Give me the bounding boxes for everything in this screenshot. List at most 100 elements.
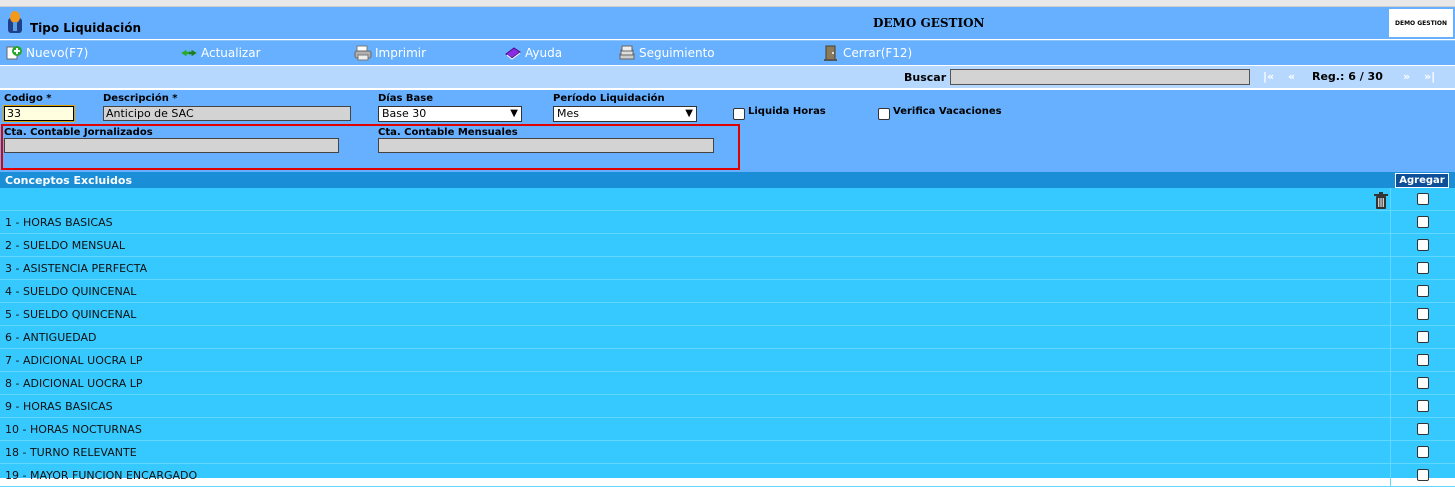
column-separator	[1390, 188, 1391, 211]
dias-base-select[interactable]: Base 30 ▼	[378, 106, 522, 122]
column-separator	[1390, 464, 1391, 487]
nuevo-button[interactable]: Nuevo(F7)	[5, 44, 88, 62]
row-checkbox[interactable]	[1417, 446, 1429, 458]
grid-header-row	[0, 188, 1455, 211]
column-separator	[1390, 395, 1391, 418]
row-checkbox[interactable]	[1417, 400, 1429, 412]
highlight-box	[1, 124, 740, 170]
table-row: 19 - MAYOR FUNCION ENCARGADO	[0, 464, 1455, 487]
record-counter: Reg.: 6 / 30	[1312, 70, 1383, 83]
toolbar: Nuevo(F7) Actualizar Imprimir Ayuda Segu…	[0, 40, 1455, 65]
column-separator	[1390, 441, 1391, 464]
actualizar-button[interactable]: Actualizar	[180, 44, 261, 62]
ayuda-label: Ayuda	[525, 46, 563, 60]
first-record-button[interactable]: |«	[1263, 70, 1274, 83]
table-row: 7 - ADICIONAL UOCRA LP	[0, 349, 1455, 372]
refresh-icon	[181, 49, 197, 57]
imprimir-label: Imprimir	[375, 46, 427, 60]
column-separator	[1390, 349, 1391, 372]
company-name: DEMO GESTION	[873, 16, 985, 30]
dias-base-value: Base 30	[382, 107, 427, 120]
concepto-label: 2 - SUELDO MENSUAL	[5, 239, 126, 252]
column-separator	[1390, 418, 1391, 441]
periodo-label: Período Liquidación	[553, 93, 665, 104]
section-title: Conceptos Excluidos	[5, 174, 132, 187]
help-book-icon	[505, 47, 521, 60]
descripcion-label: Descripción *	[103, 93, 178, 104]
company-logo: DEMO GESTION	[1389, 9, 1453, 37]
window-top-edge	[0, 0, 1455, 7]
concepto-label: 3 - ASISTENCIA PERFECTA	[5, 262, 148, 275]
concepto-label: 6 - ANTIGUEDAD	[5, 331, 97, 344]
column-separator	[1390, 372, 1391, 395]
liquida-horas-label: Liquida Horas	[748, 106, 826, 117]
next-record-button[interactable]: »	[1403, 70, 1410, 83]
table-row: 6 - ANTIGUEDAD	[0, 326, 1455, 349]
column-separator	[1390, 234, 1391, 257]
liquida-horas-checkbox[interactable]	[733, 108, 745, 120]
imprimir-button[interactable]: Imprimir	[354, 44, 426, 62]
table-row: 5 - SUELDO QUINCENAL	[0, 303, 1455, 326]
row-checkbox[interactable]	[1417, 331, 1429, 343]
table-row: 2 - SUELDO MENSUAL	[0, 234, 1455, 257]
row-checkbox[interactable]	[1417, 377, 1429, 389]
page-title: Tipo Liquidación	[30, 21, 142, 35]
concepto-label: 9 - HORAS BASICAS	[5, 400, 113, 413]
seguimiento-button[interactable]: Seguimiento	[618, 44, 715, 62]
search-input[interactable]	[950, 69, 1250, 85]
verifica-vacaciones-label: Verifica Vacaciones	[893, 106, 1002, 117]
descripcion-field[interactable]	[103, 106, 351, 121]
verifica-vacaciones-checkbox[interactable]	[878, 108, 890, 120]
codigo-field[interactable]	[3, 105, 75, 122]
previous-record-button[interactable]: «	[1288, 70, 1295, 83]
conceptos-excluidos-header: Conceptos Excluidos Agregar	[0, 172, 1455, 188]
row-checkbox[interactable]	[1417, 354, 1429, 366]
row-checkbox[interactable]	[1417, 308, 1429, 320]
row-checkbox[interactable]	[1417, 423, 1429, 435]
row-checkbox[interactable]	[1417, 239, 1429, 251]
app-logo-icon	[8, 11, 22, 33]
tipo-liquidacion-form: Codigo * Descripción * Días Base Base 30…	[0, 90, 1455, 172]
concepto-label: 1 - HORAS BASICAS	[5, 216, 113, 229]
actualizar-label: Actualizar	[201, 46, 261, 60]
printer-icon	[354, 45, 372, 61]
agregar-button[interactable]: Agregar	[1395, 173, 1449, 188]
concepto-label: 18 - TURNO RELEVANTE	[5, 446, 137, 459]
cerrar-label: Cerrar(F12)	[843, 46, 913, 60]
periodo-value: Mes	[557, 107, 579, 120]
column-separator	[1390, 326, 1391, 349]
periodo-select[interactable]: Mes ▼	[553, 106, 697, 122]
cerrar-button[interactable]: Cerrar(F12)	[822, 44, 912, 62]
search-navigation-bar: Buscar |« « Reg.: 6 / 30 » »|	[0, 66, 1455, 88]
title-bar: Tipo Liquidación DEMO GESTION DEMO GESTI…	[0, 7, 1455, 39]
conceptos-grid: 1 - HORAS BASICAS 2 - SUELDO MENSUAL 3 - A…	[0, 188, 1455, 487]
select-all-checkbox[interactable]	[1417, 193, 1429, 205]
codigo-label: Codigo *	[4, 93, 52, 104]
table-row: 8 - ADICIONAL UOCRA LP	[0, 372, 1455, 395]
row-checkbox[interactable]	[1417, 262, 1429, 274]
table-row: 9 - HORAS BASICAS	[0, 395, 1455, 418]
row-checkbox[interactable]	[1417, 285, 1429, 297]
table-row: 4 - SUELDO QUINCENAL	[0, 280, 1455, 303]
buscar-label: Buscar	[904, 71, 947, 84]
row-checkbox[interactable]	[1417, 216, 1429, 228]
logo-text: DEMO GESTION	[1394, 19, 1448, 27]
new-document-icon	[6, 46, 22, 60]
row-checkbox[interactable]	[1417, 469, 1429, 481]
dias-base-label: Días Base	[378, 93, 434, 104]
last-record-button[interactable]: »|	[1424, 70, 1435, 83]
column-separator	[1390, 257, 1391, 280]
trash-icon[interactable]	[1373, 192, 1389, 210]
ayuda-button[interactable]: Ayuda	[504, 44, 562, 62]
nuevo-label: Nuevo(F7)	[26, 46, 89, 60]
tracking-stack-icon	[619, 45, 635, 60]
concepto-label: 5 - SUELDO QUINCENAL	[5, 308, 137, 321]
concepto-label: 7 - ADICIONAL UOCRA LP	[5, 354, 143, 367]
table-row: 18 - TURNO RELEVANTE	[0, 441, 1455, 464]
table-row: 3 - ASISTENCIA PERFECTA	[0, 257, 1455, 280]
seguimiento-label: Seguimiento	[639, 46, 715, 60]
column-separator	[1390, 280, 1391, 303]
concepto-label: 10 - HORAS NOCTURNAS	[5, 423, 142, 436]
column-separator	[1390, 303, 1391, 326]
table-row: 10 - HORAS NOCTURNAS	[0, 418, 1455, 441]
